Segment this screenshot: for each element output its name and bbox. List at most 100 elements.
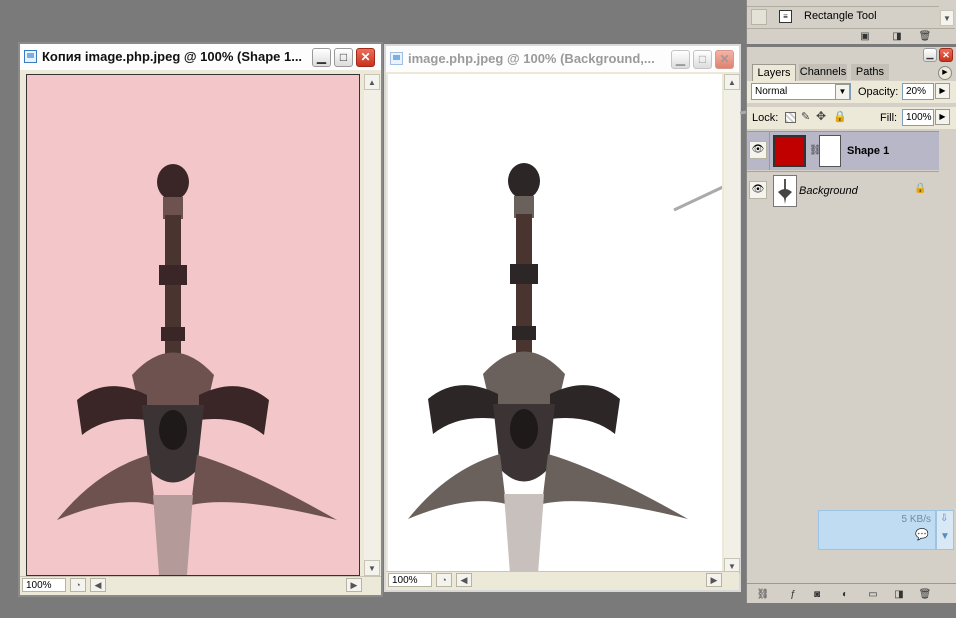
toggle-checkbox[interactable] [751,9,767,25]
tab-paths[interactable]: Paths [851,64,889,80]
layer-thumbnail-background [773,175,797,207]
layers-bottom-bar: ⛓ ƒ ◙ ◐ ▭ ◨ 🗑 [747,583,956,604]
doc-info-button[interactable]: ◔ [70,578,86,592]
opacity-input[interactable]: 20% [902,83,934,100]
actions-row[interactable]: ≡ Rectangle Tool [747,7,939,27]
fill-slider-button[interactable]: ▶ [935,109,950,125]
action-step-icon: ≡ [779,10,792,23]
opacity-slider-button[interactable]: ▶ [935,83,950,99]
close-icon: ✕ [719,52,730,66]
actions-scrollbar[interactable]: ▼ [940,0,954,28]
document-window-copy[interactable]: Копия image.php.jpeg @ 100% (Shape 1... … [18,42,383,597]
minimize-icon: ▁ [926,49,934,59]
scroll-up-icon[interactable]: ▲ [724,74,740,90]
tab-layers[interactable]: Layers [752,64,796,81]
lock-label: Lock: [752,112,779,124]
network-arrows[interactable]: ⇩ ▼ [936,510,954,550]
lock-icon[interactable]: 🔒 [833,110,847,123]
layer-row-background[interactable]: 👁 Background 🔒 [747,171,939,209]
opacity-label: Opacity: [858,86,899,98]
status-bar-copy: 100% ◔ ◀ ▶ [20,576,381,595]
zoom-field-original[interactable]: 100% [388,573,432,587]
panel-menu-button[interactable]: ▶ [938,66,952,80]
actions-bottom-bar: ▣ ◨ 🗑 [747,28,955,45]
close-button[interactable]: ✕ [939,48,953,62]
maximize-icon: □ [698,52,707,66]
blend-row: Normal ▼ Opacity: 20% ▶ [747,81,956,103]
minimize-button[interactable]: ▁ [923,48,937,62]
scroll-right-icon[interactable]: ▶ [346,578,362,592]
link-icon[interactable]: ⛓ [755,588,771,602]
status-bar-original: 100% ◔ ◀ ▶ [386,571,739,590]
lock-move-icon[interactable]: ✥ [816,109,826,123]
actions-row-prev[interactable] [747,0,939,7]
maximize-button[interactable]: □ [693,50,712,69]
canvas-original[interactable] [388,74,722,574]
close-button[interactable]: ✕ [715,50,734,69]
fill-input[interactable]: 100% [902,109,934,126]
maximize-icon: □ [339,50,348,64]
chat-icon: 💬 [915,529,929,541]
tab-channels[interactable]: Channels [799,64,847,80]
photoshop-doc-icon [390,52,403,65]
scroll-down-icon[interactable]: ▼ [940,10,954,26]
canvas-copy[interactable] [26,74,360,576]
chevron-down-icon[interactable]: ▼ [835,84,850,100]
zoom-field-copy[interactable]: 100% [22,578,66,592]
eye-icon[interactable]: 👁 [749,141,767,159]
sword-image-tinted [57,164,337,575]
vertical-scrollbar-original[interactable]: ▲ ▼ [724,74,740,574]
document-window-original[interactable]: image.php.jpeg @ 100% (Background,... ▁ … [384,44,741,592]
layers-panel-header[interactable]: ▁ ✕ [747,47,956,62]
minimize-button[interactable]: ▁ [312,48,331,67]
layer-name: Shape 1 [847,145,890,157]
tab-strip: Layers Channels Paths ▶ [747,64,956,82]
adjustment-layer-icon[interactable]: ◐ [837,588,853,602]
title-bar-original[interactable]: image.php.jpeg @ 100% (Background,... ▁ … [386,46,739,72]
scroll-up-icon[interactable]: ▲ [364,74,380,90]
scroll-down-icon[interactable]: ▼ [364,560,380,576]
download-icon: ⇩ [940,513,949,524]
maximize-button[interactable]: □ [334,48,353,67]
new-action-icon[interactable]: ◨ [889,30,905,44]
scroll-left-icon[interactable]: ◀ [456,573,472,587]
sword-image-original [408,163,722,574]
lock-icon: 🔒 [914,183,927,194]
scroll-right-icon[interactable]: ▶ [706,573,722,587]
sword-thumb [778,179,792,204]
action-item-label: Rectangle Tool [804,10,877,22]
upload-icon: ▼ [940,531,950,542]
minimize-button[interactable]: ▁ [671,50,690,69]
trash-icon[interactable]: 🗑 [917,588,933,602]
layer-mask-thumbnail [819,135,841,167]
eye-icon[interactable]: 👁 [749,181,767,199]
new-group-icon[interactable]: ▭ [865,588,881,602]
layer-style-icon[interactable]: ƒ [785,588,801,602]
close-icon: ✕ [942,50,950,60]
window-title-original: image.php.jpeg @ 100% (Background,... [408,51,655,66]
layer-thumbnail-shape [773,135,806,167]
new-layer-icon[interactable]: ◨ [891,588,907,602]
layer-row-shape-1[interactable]: 👁 ⛓ Shape 1 [747,132,939,170]
network-speed: 5 KB/s [901,514,931,525]
lock-transparency-icon[interactable] [785,112,796,123]
layer-separator [769,132,770,170]
lock-paint-icon[interactable]: ✎ [801,110,810,123]
minimize-icon: ▁ [316,50,327,64]
close-icon: ✕ [360,50,371,64]
close-button[interactable]: ✕ [356,48,375,67]
stop-icon[interactable]: ▣ [857,30,873,44]
doc-info-button[interactable]: ◔ [436,573,452,587]
photoshop-doc-icon [24,50,37,63]
vertical-scrollbar-copy[interactable]: ▲ ▼ [364,74,380,576]
title-bar-copy[interactable]: Копия image.php.jpeg @ 100% (Shape 1... … [20,44,381,70]
scroll-left-icon[interactable]: ◀ [90,578,106,592]
lock-row: Lock: ✎ ✥ 🔒 Fill: 100% ▶ [747,107,956,129]
minimize-icon: ▁ [675,52,686,66]
actions-panel: ≡ Rectangle Tool ▼ ▣ ◨ 🗑 [746,0,956,44]
fill-label: Fill: [880,112,898,124]
network-widget: 5 KB/s 💬 [818,510,936,550]
trash-icon[interactable]: 🗑 [917,30,933,44]
window-title-copy: Копия image.php.jpeg @ 100% (Shape 1... [42,49,303,64]
add-mask-icon[interactable]: ◙ [809,588,825,602]
